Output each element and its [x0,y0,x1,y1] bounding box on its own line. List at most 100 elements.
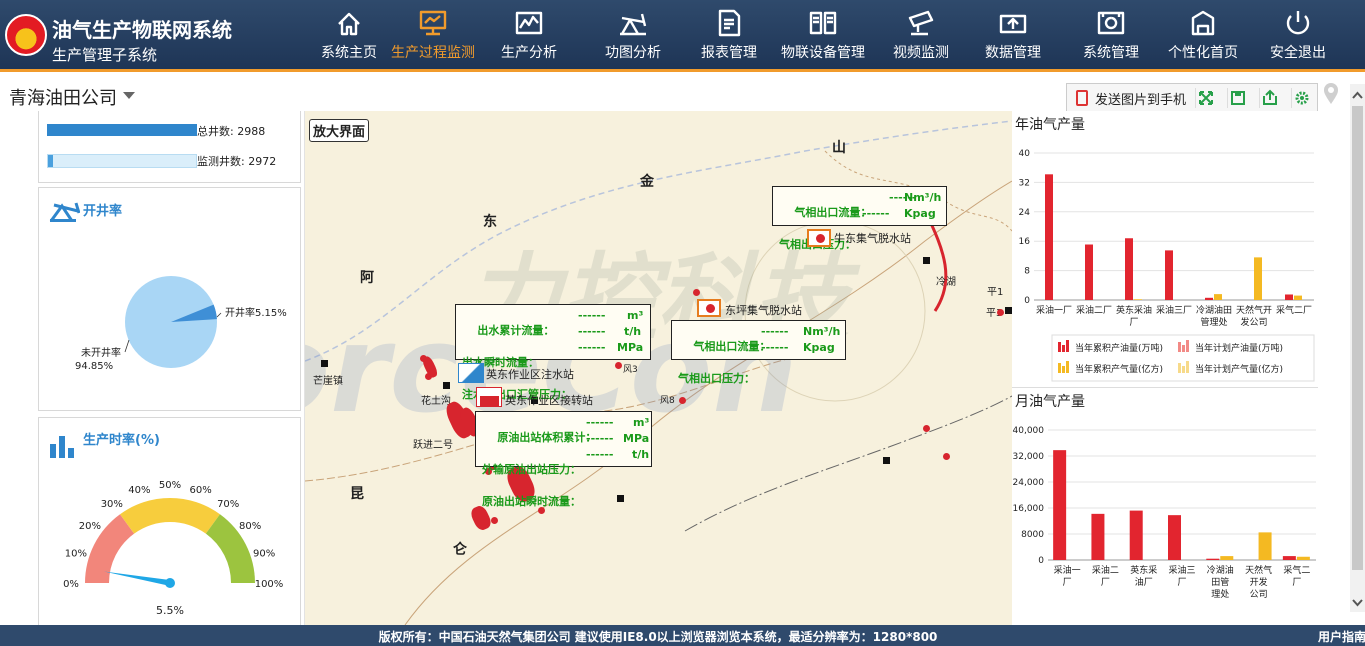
x-tick-label: 厂 [1292,577,1301,588]
nav-item-label: 生产分析 [501,45,557,61]
nav-item-report[interactable]: 报表管理 [686,6,772,66]
info-box-niudong[interactable]: 气相出口流量：------Nm³/h 气相出口压力：------Kpag [772,186,947,251]
gauge-tick-label: 10% [65,548,87,559]
place-label: 仑 [453,542,467,558]
well-marker[interactable] [923,425,930,432]
nav-item-pumpjack[interactable]: 功图分析 [590,6,676,66]
nav-item-camera[interactable]: 视频监测 [878,6,964,66]
bar[interactable] [1258,532,1272,560]
nav-item-label: 报表管理 [701,45,757,61]
gauge-tick-label: 40% [128,485,150,496]
send-image-to-phone-button[interactable]: 发送图片到手机 [1095,89,1186,108]
open-rate-title: 开井率 [83,204,123,219]
company-selector[interactable]: 青海油田公司 [9,84,117,110]
info-box-water-injection[interactable]: 出水累计流量： ------ m³ 出水瞬时流量： ------ t/h 注水泵出口汇管… [455,304,651,401]
gauge-tick-label: 30% [101,499,123,510]
nav-item-settings[interactable]: 系统管理 [1068,6,1154,66]
info-box-dongping[interactable]: 气相出口流量： ------ Nm³/h 气相出口压力： ------ Kpag [671,320,846,385]
bar[interactable] [1205,297,1213,300]
gear-icon[interactable] [1291,88,1311,108]
pie-label-closed: 未开井率 [81,346,121,359]
station-label-dongping[interactable]: 东坪集气脱水站 [725,302,802,318]
x-tick-label: 天然气 [1245,564,1272,576]
station-icon-transfer[interactable] [476,387,502,407]
camera-icon [908,10,934,36]
chevron-down-icon[interactable] [123,92,135,99]
scroll-down-icon[interactable] [1350,595,1365,610]
copyright-text: 版权所有：中国石油天然气集团公司 建议使用IE8.0以上浏览器浏览本系统，最适分… [378,630,938,644]
station-label-niudong[interactable]: 牛东集气脱水站 [834,230,911,246]
info-box-crude-transfer[interactable]: 原油出站体积累计： ------ m³ 外输原油出站压力： ------ MPa 原油出… [475,411,652,508]
nav-item-power[interactable]: 安全退出 [1255,6,1341,66]
device-icon [809,11,837,35]
town-marker [1005,307,1012,314]
settings-icon [1097,11,1125,35]
well-marker[interactable] [693,289,700,296]
bar[interactable] [1206,558,1220,560]
station-label-transfer[interactable]: 英东作业区接转站 [505,392,593,408]
legend-label[interactable]: 当年计划产气量(亿方) [1195,363,1283,375]
bar[interactable] [1165,250,1173,300]
bar[interactable] [1091,513,1105,560]
scroll-up-icon[interactable] [1350,88,1365,103]
panel-divider [1012,387,1318,388]
station-icon-dongping[interactable] [697,299,721,317]
y-tick-label: 0 [1038,556,1044,566]
monitored-wells-bar-track [47,154,197,168]
well-marker[interactable] [615,362,622,369]
x-tick-label: 油厂 [1135,576,1153,588]
bar[interactable] [1125,238,1133,300]
nav-item-device[interactable]: 物联设备管理 [780,6,866,66]
bar[interactable] [1296,556,1310,560]
station-label-water-injection[interactable]: 英东作业区注水站 [486,366,574,382]
legend-swatch [1178,342,1181,352]
bar[interactable] [1134,299,1142,300]
bar[interactable] [1220,556,1234,560]
well-marker[interactable] [997,309,1004,316]
well-marker[interactable] [491,517,498,524]
user-guide-link[interactable]: 用户指南 [1318,628,1365,645]
place-label: 跃进二号 [413,440,453,451]
production-map[interactable]: 力控科技 ForceCon 放大界面 山金东阿尔昆仑芒崖镇花土沟跃进二号冷湖平1… [305,111,1012,625]
legend-label[interactable]: 当年累积产气量(亿方) [1075,363,1163,375]
bar[interactable] [1282,556,1296,560]
scroll-thumb[interactable] [1352,106,1363,570]
station-icon-water-injection[interactable] [458,363,484,383]
nav-item-chart[interactable]: 生产分析 [486,6,572,66]
x-tick-label: 采油一 [1054,564,1081,576]
save-icon[interactable] [1227,88,1247,108]
bar[interactable] [1254,257,1262,300]
zoom-view-button[interactable]: 放大界面 [309,119,370,142]
nav-item-label: 个性化首页 [1168,45,1238,61]
legend-label[interactable]: 当年计划产油量(万吨) [1195,342,1283,354]
bar[interactable] [1214,294,1222,300]
well-marker[interactable] [943,453,950,460]
nav-item-custom-home[interactable]: 个性化首页 [1160,6,1246,66]
export-icon[interactable] [1259,88,1279,108]
legend-label[interactable]: 当年累积产油量(万吨) [1075,342,1163,354]
x-tick-label: 开发 [1250,576,1268,588]
vertical-scrollbar[interactable] [1350,84,1365,612]
x-tick-label: 冷湖油 [1207,564,1234,576]
x-tick-label: 冷湖油田 [1196,304,1232,316]
nav-item-data[interactable]: 数据管理 [970,6,1056,66]
place-label: 芒崖镇 [313,376,343,387]
station-icon-niudong[interactable] [807,229,831,247]
bar[interactable] [1129,510,1143,560]
pumpjack-icon [620,13,647,36]
gauge-pivot [165,578,175,588]
pumpjack-icon [49,202,80,222]
town-marker [617,495,624,502]
town-marker [321,360,328,367]
bar[interactable] [1045,174,1053,300]
bar[interactable] [1285,294,1293,300]
bar[interactable] [1053,450,1067,560]
nav-item-home[interactable]: 系统主页 [306,6,392,66]
bar[interactable] [1085,244,1093,300]
town-marker [883,457,890,464]
location-pin-icon[interactable] [1322,82,1340,106]
bar[interactable] [1294,295,1302,300]
fullscreen-icon[interactable] [1195,88,1215,108]
bar[interactable] [1168,515,1181,560]
nav-item-monitor[interactable]: 生产过程监测 [390,6,476,66]
